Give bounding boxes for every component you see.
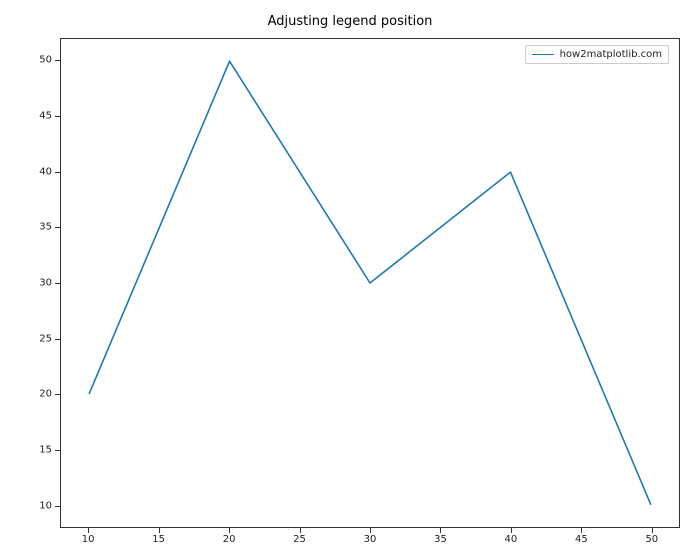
y-tick-label: 50 [12,55,52,66]
x-tick-label: 30 [364,534,377,545]
x-tick-mark [370,528,371,533]
y-tick-label: 35 [12,222,52,233]
x-tick-mark [159,528,160,533]
y-tick-mark [55,283,60,284]
x-tick-mark [300,528,301,533]
line-series-0 [89,61,651,505]
y-tick-mark [55,172,60,173]
y-tick-mark [55,60,60,61]
y-tick-mark [55,506,60,507]
y-tick-mark [55,450,60,451]
axes: how2matplotlib.com [60,38,680,528]
y-tick-label: 45 [12,110,52,121]
legend-label: how2matplotlib.com [560,49,662,60]
y-tick-label: 25 [12,333,52,344]
figure: Adjusting legend position how2matplotlib… [0,0,700,560]
x-tick-label: 50 [645,534,658,545]
x-tick-mark [652,528,653,533]
y-tick-label: 15 [12,445,52,456]
legend: how2matplotlib.com [525,45,669,64]
x-tick-label: 25 [293,534,306,545]
x-tick-label: 40 [505,534,518,545]
x-tick-label: 15 [152,534,165,545]
x-tick-mark [229,528,230,533]
y-tick-mark [55,116,60,117]
x-tick-label: 35 [434,534,447,545]
x-tick-label: 10 [82,534,95,545]
plot-area [61,39,679,527]
x-tick-label: 45 [575,534,588,545]
x-tick-mark [440,528,441,533]
x-tick-mark [511,528,512,533]
y-tick-label: 40 [12,166,52,177]
x-tick-label: 20 [223,534,236,545]
legend-line-icon [532,54,554,55]
y-tick-label: 20 [12,389,52,400]
y-tick-label: 30 [12,278,52,289]
y-tick-label: 10 [12,500,52,511]
x-tick-mark [88,528,89,533]
x-tick-mark [581,528,582,533]
y-tick-mark [55,394,60,395]
y-tick-mark [55,339,60,340]
y-tick-mark [55,227,60,228]
chart-title: Adjusting legend position [0,14,700,29]
